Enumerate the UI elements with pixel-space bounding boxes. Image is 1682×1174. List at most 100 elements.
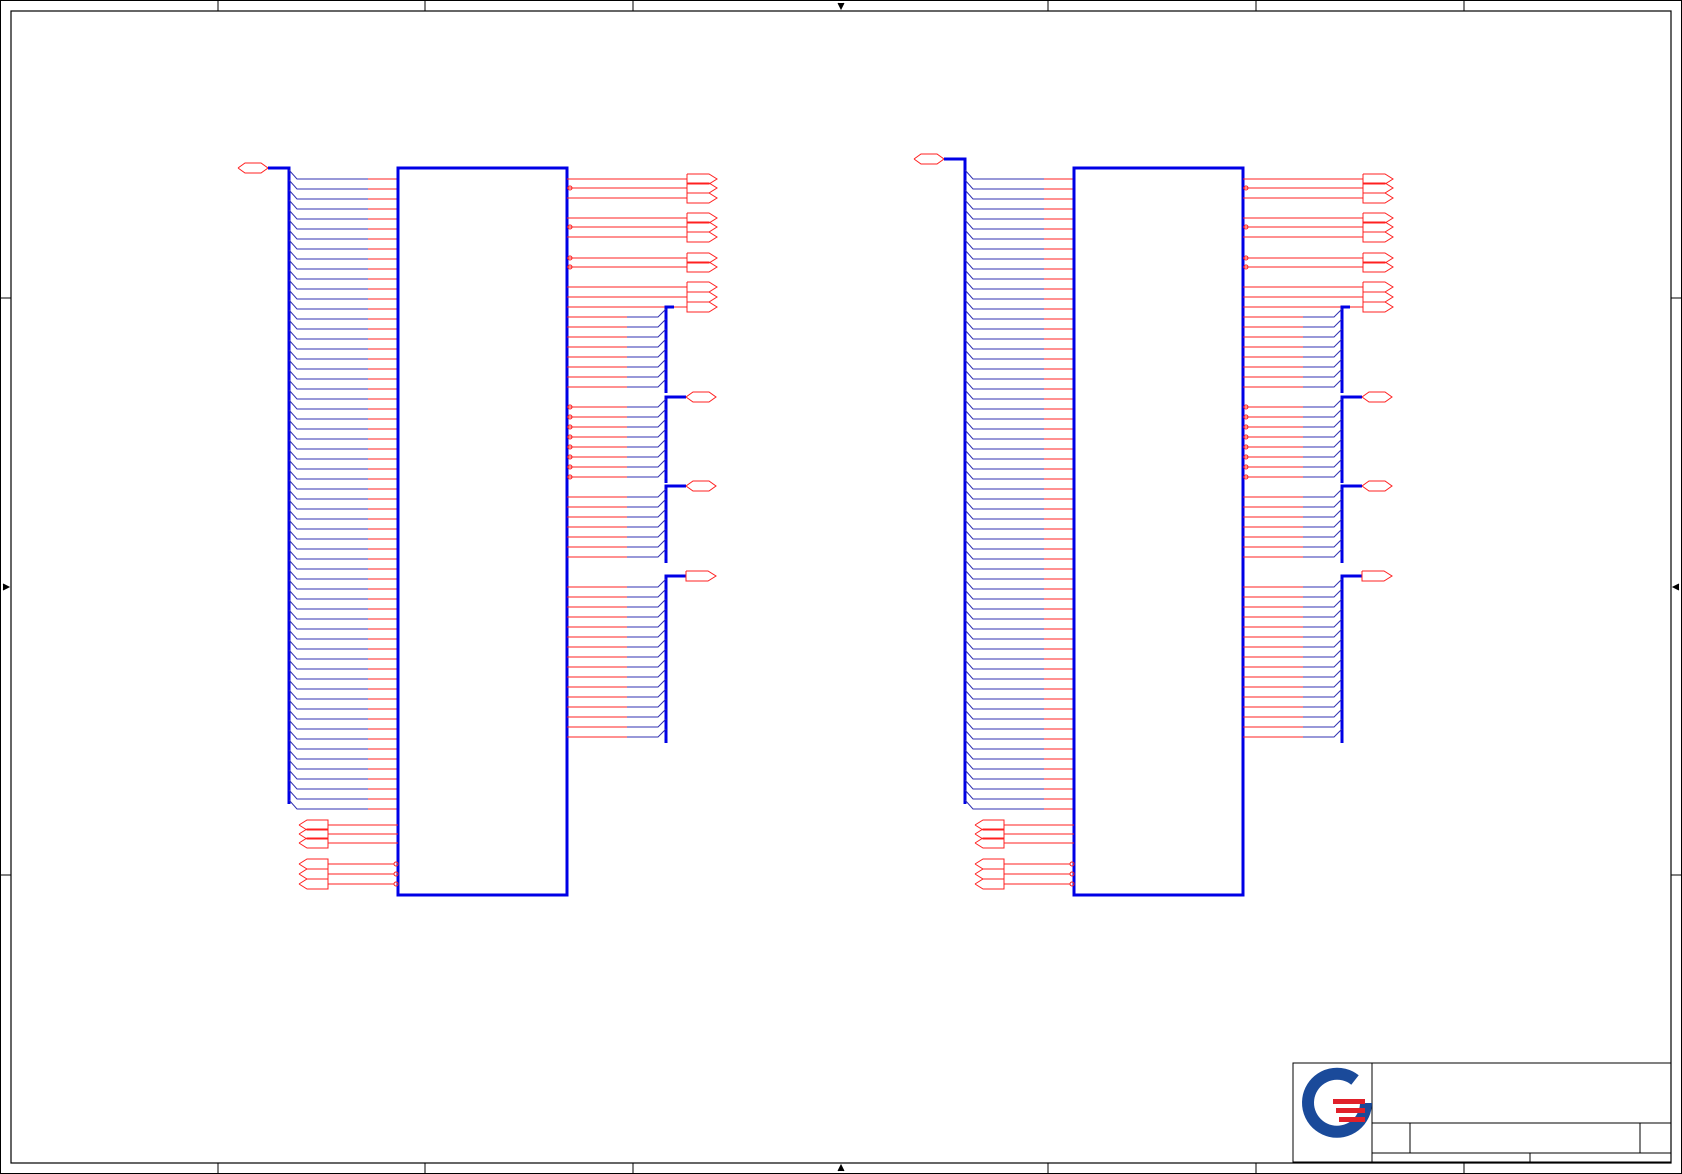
bus-entry	[288, 639, 368, 650]
bus-entry	[627, 538, 667, 548]
bus-entry	[964, 529, 1044, 540]
bus-line	[664, 484, 674, 563]
bus-entry	[288, 529, 368, 540]
bus-entry	[288, 769, 368, 780]
bus-entry	[1303, 658, 1343, 668]
bus-entry	[288, 689, 368, 700]
ic-symbol-left[interactable]	[237, 162, 718, 897]
bus-entry	[288, 599, 368, 610]
control-port[interactable]	[974, 878, 1005, 890]
bus-entry	[288, 519, 368, 530]
bus-entry	[288, 169, 368, 180]
bus-entry	[288, 459, 368, 470]
bus-entry	[288, 489, 368, 500]
bus-entry	[964, 449, 1044, 460]
bus-entry	[288, 429, 368, 440]
output-port[interactable]	[1362, 301, 1394, 313]
bus-entry	[627, 448, 667, 458]
bus-entry	[1303, 678, 1343, 688]
sheet-frame	[0, 0, 1682, 1174]
output-port[interactable]	[686, 231, 718, 243]
bus-entry	[964, 289, 1044, 300]
bus-output-port[interactable]	[1361, 570, 1393, 582]
bus-entry	[627, 398, 667, 408]
bus-entry	[627, 488, 667, 498]
bus-entry	[288, 379, 368, 390]
bus-entry	[627, 328, 667, 338]
bus-entry	[1303, 308, 1343, 318]
bus-port[interactable]	[237, 162, 269, 174]
bus-entry	[964, 369, 1044, 380]
bus-entry	[627, 598, 667, 608]
output-port[interactable]	[686, 301, 718, 313]
output-port[interactable]	[1362, 231, 1394, 243]
output-port[interactable]	[1362, 192, 1394, 204]
bus-entry	[964, 259, 1044, 270]
bus-entry	[964, 409, 1044, 420]
bus-entry	[964, 739, 1044, 750]
ic-symbol-right[interactable]	[913, 153, 1394, 897]
bus-port[interactable]	[913, 153, 945, 165]
bus-port[interactable]	[685, 480, 717, 492]
bus-entry	[1303, 468, 1343, 478]
bus-entry	[288, 239, 368, 250]
control-port[interactable]	[974, 858, 1005, 870]
bus-output-port[interactable]	[685, 570, 717, 582]
bus-entry	[627, 668, 667, 678]
output-port[interactable]	[686, 192, 718, 204]
bus-entry	[288, 229, 368, 240]
control-port[interactable]	[298, 878, 329, 890]
output-port[interactable]	[686, 281, 718, 293]
bus-entry	[964, 799, 1044, 810]
bus-entry	[964, 679, 1044, 690]
bus-entry	[964, 769, 1044, 780]
output-port[interactable]	[1362, 281, 1394, 293]
bus-entry	[627, 708, 667, 718]
bus-port[interactable]	[685, 391, 717, 403]
bus-entry	[964, 439, 1044, 450]
bus-entry	[627, 368, 667, 378]
bus-line	[664, 305, 674, 393]
bus-entry	[288, 269, 368, 280]
bus-entry	[964, 469, 1044, 480]
bus-entry	[1303, 398, 1343, 408]
center-mark-bottom-icon	[837, 1163, 845, 1172]
center-mark-left-icon	[2, 583, 11, 591]
bus-entry	[964, 699, 1044, 710]
bus-entry	[627, 638, 667, 648]
bus-entry	[627, 468, 667, 478]
ic-body[interactable]	[396, 166, 569, 897]
bus-entry	[964, 789, 1044, 800]
bus-entry	[288, 209, 368, 220]
control-port[interactable]	[974, 868, 1005, 880]
bus-entry	[964, 179, 1044, 190]
bus-port[interactable]	[1361, 480, 1393, 492]
center-mark-right-icon	[1671, 583, 1680, 591]
control-port[interactable]	[298, 858, 329, 870]
bus-entry	[964, 599, 1044, 610]
output-port[interactable]	[1362, 291, 1394, 303]
bus-entry	[288, 759, 368, 770]
bus-entry	[964, 249, 1044, 260]
bus-port[interactable]	[1361, 391, 1393, 403]
bus-entry	[964, 419, 1044, 430]
bus-entry	[627, 578, 667, 588]
bus-entry	[1303, 428, 1343, 438]
output-port[interactable]	[686, 291, 718, 303]
bus-entry	[964, 559, 1044, 570]
bus-entry	[627, 628, 667, 638]
control-port[interactable]	[298, 868, 329, 880]
bus-entry	[1303, 378, 1343, 388]
bus-entry	[288, 789, 368, 800]
bus-entry	[964, 239, 1044, 250]
ic-body[interactable]	[1072, 166, 1245, 897]
bus-entry	[964, 309, 1044, 320]
bus-entry	[964, 229, 1044, 240]
bus-entry	[964, 339, 1044, 350]
bus-entry	[627, 458, 667, 468]
bus-line	[944, 157, 967, 804]
bus-entry	[288, 449, 368, 460]
bus-entry	[964, 509, 1044, 520]
bus-entry	[288, 659, 368, 670]
bus-entry	[288, 549, 368, 560]
